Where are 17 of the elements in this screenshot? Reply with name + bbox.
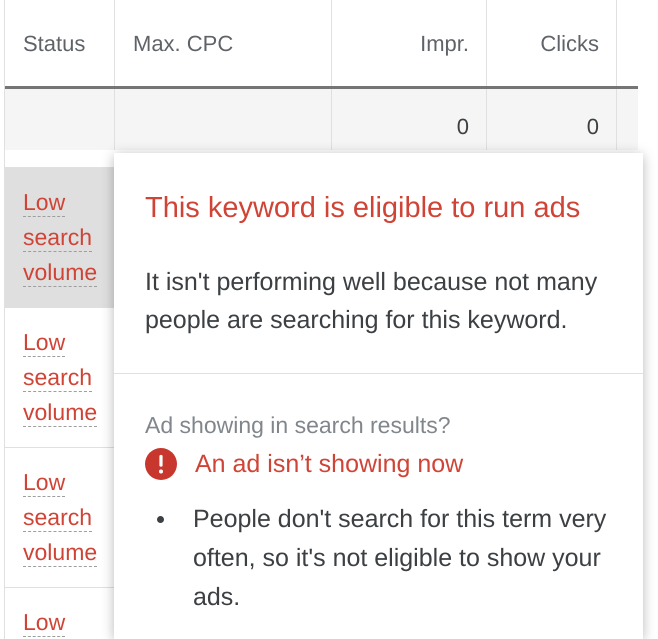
alert-text: An ad isn’t showing now [195,449,464,480]
error-icon [145,448,177,480]
bullet-icon [157,516,164,523]
total-value: 0 [456,114,469,140]
column-header[interactable]: Impr. [331,0,486,86]
status-link[interactable]: Low search volume [23,185,112,290]
column-header[interactable]: Max. CPC [114,0,331,86]
status-link[interactable]: Low search volume [23,465,112,570]
column-header[interactable]: Clicks [486,0,616,86]
status-link[interactable]: Low [23,605,112,639]
popover-title: This keyword is eligible to run ads [145,191,582,226]
column-header[interactable]: Status [5,0,114,86]
status-link[interactable]: Low search volume [23,325,112,430]
section-label: Ad showing in search results? [145,411,452,440]
reason-text: People don't search for this term very often, so it's not eligible to show your ads. [193,504,608,613]
total-value: 0 [586,114,599,140]
popover-description: It isn't performing well because not many people are searching for this keyword. [145,267,598,336]
